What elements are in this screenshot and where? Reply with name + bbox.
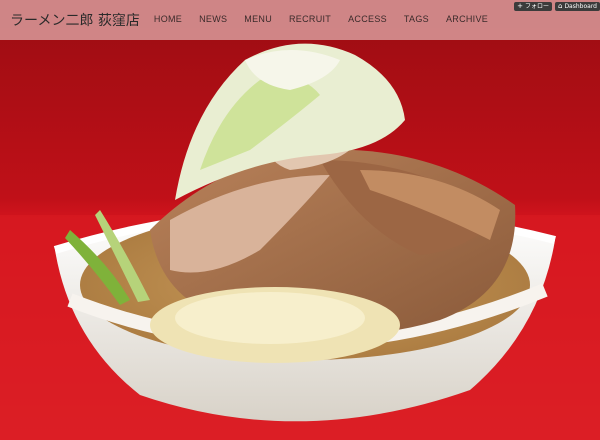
home-icon: ⌂ (557, 2, 563, 10)
follow-label: フォロー (524, 3, 549, 10)
nav-archive[interactable]: ARCHIVE (446, 14, 488, 24)
account-controls: + フォロー ⌂ Dashboard (514, 2, 600, 11)
dashboard-label: Dashboard (564, 3, 597, 10)
follow-button[interactable]: + フォロー (514, 2, 552, 11)
site-header: ラーメン二郎 荻窪店 HOME NEWS MENU RECRUIT ACCESS… (0, 0, 600, 40)
nav-menu[interactable]: MENU (244, 14, 272, 24)
plus-icon: + (517, 2, 523, 10)
nav-tags[interactable]: TAGS (404, 14, 429, 24)
nav-home[interactable]: HOME (154, 14, 182, 24)
main-nav: HOME NEWS MENU RECRUIT ACCESS TAGS ARCHI… (154, 14, 505, 25)
nav-news[interactable]: NEWS (199, 14, 227, 24)
nav-recruit[interactable]: RECRUIT (289, 14, 331, 24)
nav-access[interactable]: ACCESS (348, 14, 387, 24)
dashboard-button[interactable]: ⌂ Dashboard (554, 2, 600, 11)
site-title[interactable]: ラーメン二郎 荻窪店 (10, 10, 140, 30)
hero-image (0, 0, 600, 440)
